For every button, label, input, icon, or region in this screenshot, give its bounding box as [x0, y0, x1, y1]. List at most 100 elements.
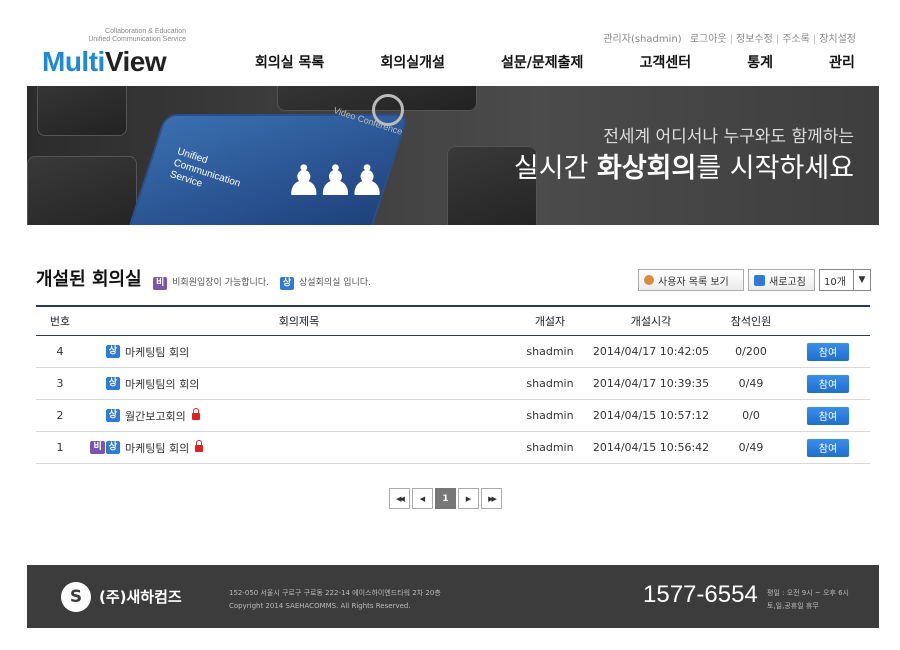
- logo-tagline: Unified Communication Service: [88, 36, 186, 43]
- nav-room-list[interactable]: 회의실 목록: [255, 52, 324, 74]
- table-body: 4 상 마케팅팀 회의 shadmin 2014/04/17 10:42:05 0/200…: [36, 336, 870, 464]
- hero-banner: Unified Communication Service ♟♟♟ Video …: [27, 86, 879, 225]
- util-link-edit-info[interactable]: 정보수정: [736, 34, 773, 45]
- permanent-badge: 상: [105, 345, 120, 358]
- table-row: 2 상 월간보고회의 shadmin 2014/04/15 10:57:12 0/0 참여: [36, 400, 870, 432]
- cell-owner: shadmin: [526, 345, 574, 358]
- util-link-logout[interactable]: 로그아웃: [690, 34, 727, 45]
- lock-icon: [191, 408, 200, 420]
- refresh-icon: [754, 274, 765, 286]
- pagination: ◀◀ ◀ 1 ▶ ▶▶: [389, 488, 502, 509]
- cell-action: 참여: [786, 374, 870, 393]
- room-title[interactable]: 마케팅팀 회의: [125, 344, 189, 360]
- nav-admin[interactable]: 관리: [829, 52, 855, 74]
- permanent-badge: 상: [279, 277, 295, 290]
- user-list-button[interactable]: 사용자 목록 보기: [638, 269, 744, 291]
- keyboard-key-shape: [27, 156, 137, 225]
- banner-slogan-line1: 전세계 어디서나 누구와도 함께하는: [603, 127, 854, 147]
- meeting-room-table: 번호 회의제목 개설자 개설시각 참석인원 4 상 마케팅팀 회의 shadmin 20…: [36, 305, 870, 464]
- cell-attendees: 0/49: [738, 377, 764, 390]
- table-row: 1 비 상 마케팅팀 회의 shadmin 2014/04/15 10:56:42 0/49…: [36, 432, 870, 464]
- join-button[interactable]: 참여: [807, 374, 849, 393]
- cell-time: 2014/04/15 10:57:12: [592, 409, 710, 422]
- main-nav: 회의실 목록 회의실개설 설문/문제출제 고객센터 통계 관리: [255, 52, 855, 74]
- people-icon: ♟♟♟: [285, 156, 386, 205]
- legend-permanent-text: 상설회의실 입니다.: [299, 278, 371, 288]
- cell-no: 1: [56, 441, 64, 454]
- user-icon: [644, 275, 654, 285]
- footer-address: 152-050 서울시 구로구 구로동 222-14 에이스하이엔드타워 2차 …: [229, 589, 441, 610]
- join-button[interactable]: 참여: [807, 438, 849, 457]
- last-page-button[interactable]: ▶▶: [481, 488, 502, 509]
- permanent-badge: 상: [105, 377, 120, 390]
- chevron-down-icon: ▼: [853, 270, 870, 290]
- nav-statistics[interactable]: 통계: [747, 52, 773, 74]
- footer: S (주)새하컴즈 152-050 서울시 구로구 구로동 222-14 에이스…: [27, 565, 879, 628]
- utility-links: 관리자(shadmin) 로그아웃 | 정보수정 | 주소록 | 장치설정: [603, 34, 856, 45]
- cell-time: 2014/04/17 10:42:05: [592, 345, 710, 358]
- header-attendees: 참석인원: [730, 315, 772, 328]
- cell-title[interactable]: 상 마케팅팀의 회의: [84, 376, 514, 392]
- logo-wordmark: MultiView: [42, 46, 167, 77]
- cell-title[interactable]: 상 월간보고회의: [84, 408, 514, 424]
- room-badges: 상: [84, 345, 120, 358]
- room-badges: 상: [84, 377, 120, 390]
- util-link-address-book[interactable]: 주소록: [782, 34, 810, 45]
- legend-nonmember-text: 비회원입장이 가능합니다.: [172, 278, 269, 288]
- util-link-admin[interactable]: 관리자(shadmin): [603, 34, 681, 45]
- next-page-button[interactable]: ▶: [458, 488, 479, 509]
- room-title[interactable]: 마케팅팀 회의: [125, 440, 189, 456]
- cell-title[interactable]: 비 상 마케팅팀 회의: [84, 440, 514, 456]
- cell-attendees: 0/49: [738, 441, 764, 454]
- cell-time: 2014/04/17 10:39:35: [592, 377, 710, 390]
- banner-slogan-line2: 실시간 화상회의를 시작하세요: [513, 153, 854, 184]
- table-row: 4 상 마케팅팀 회의 shadmin 2014/04/17 10:42:05 0/200…: [36, 336, 870, 368]
- page-size-select[interactable]: 10개 ▼: [819, 269, 871, 291]
- room-title[interactable]: 월간보고회의: [125, 408, 186, 424]
- first-page-button[interactable]: ◀◀: [389, 488, 410, 509]
- lock-icon: [195, 440, 204, 452]
- nav-customer-center[interactable]: 고객센터: [640, 52, 692, 74]
- page-size-value: 10개: [824, 276, 846, 288]
- nav-create-room[interactable]: 회의실개설: [380, 52, 444, 74]
- refresh-button-label: 새로고침: [769, 276, 806, 288]
- header-title: 회의제목: [278, 315, 320, 328]
- footer-phone: 1577-6554: [643, 581, 758, 608]
- room-badges: 상: [84, 409, 120, 422]
- cell-owner: shadmin: [526, 441, 574, 454]
- room-title[interactable]: 마케팅팀의 회의: [125, 376, 199, 392]
- nav-survey[interactable]: 설문/문제출제: [501, 52, 583, 74]
- footer-hours: 평일 : 오전 9시 ~ 오후 6시 토,일,공휴일 휴무: [767, 589, 850, 610]
- util-link-device-settings[interactable]: 장치설정: [819, 34, 856, 45]
- nonmember-badge: 비: [90, 441, 105, 454]
- page-number-current[interactable]: 1: [435, 488, 456, 509]
- logo[interactable]: Collaboration & Education Unified Commun…: [42, 26, 202, 80]
- footer-company-name: (주)새하컴즈: [99, 588, 182, 606]
- join-button[interactable]: 참여: [807, 406, 849, 425]
- legend: 비 비회원입장이 가능합니다. 상 상설회의실 입니다.: [153, 275, 379, 290]
- room-badges: 비상: [84, 441, 120, 454]
- cell-owner: shadmin: [526, 409, 574, 422]
- page-title: 개설된 회의실: [36, 269, 142, 290]
- cell-time: 2014/04/15 10:56:42: [592, 441, 710, 454]
- cell-action: 참여: [786, 438, 870, 457]
- nonmember-badge: 비: [153, 277, 168, 290]
- cell-attendees: 0/200: [735, 345, 767, 358]
- keyboard-key-shape: [37, 86, 127, 136]
- logo-tagline: Collaboration & Education: [105, 28, 186, 35]
- cell-no: 3: [56, 377, 64, 390]
- cell-attendees: 0/0: [742, 409, 760, 422]
- header-time: 개설시각: [630, 315, 672, 328]
- cell-action: 참여: [786, 342, 870, 361]
- refresh-button[interactable]: 새로고침: [748, 269, 815, 291]
- permanent-badge: 상: [105, 409, 120, 422]
- table-row: 3 상 마케팅팀의 회의 shadmin 2014/04/17 10:39:35 0/49…: [36, 368, 870, 400]
- table-header: 번호 회의제목 개설자 개설시각 참석인원: [36, 305, 870, 336]
- company-logo-icon: S: [61, 582, 91, 612]
- header-owner: 개설자: [534, 315, 566, 328]
- cell-owner: shadmin: [526, 377, 574, 390]
- cell-title[interactable]: 상 마케팅팀 회의: [84, 344, 514, 360]
- prev-page-button[interactable]: ◀: [412, 488, 433, 509]
- join-button[interactable]: 참여: [807, 342, 849, 361]
- header-no: 번호: [49, 315, 71, 328]
